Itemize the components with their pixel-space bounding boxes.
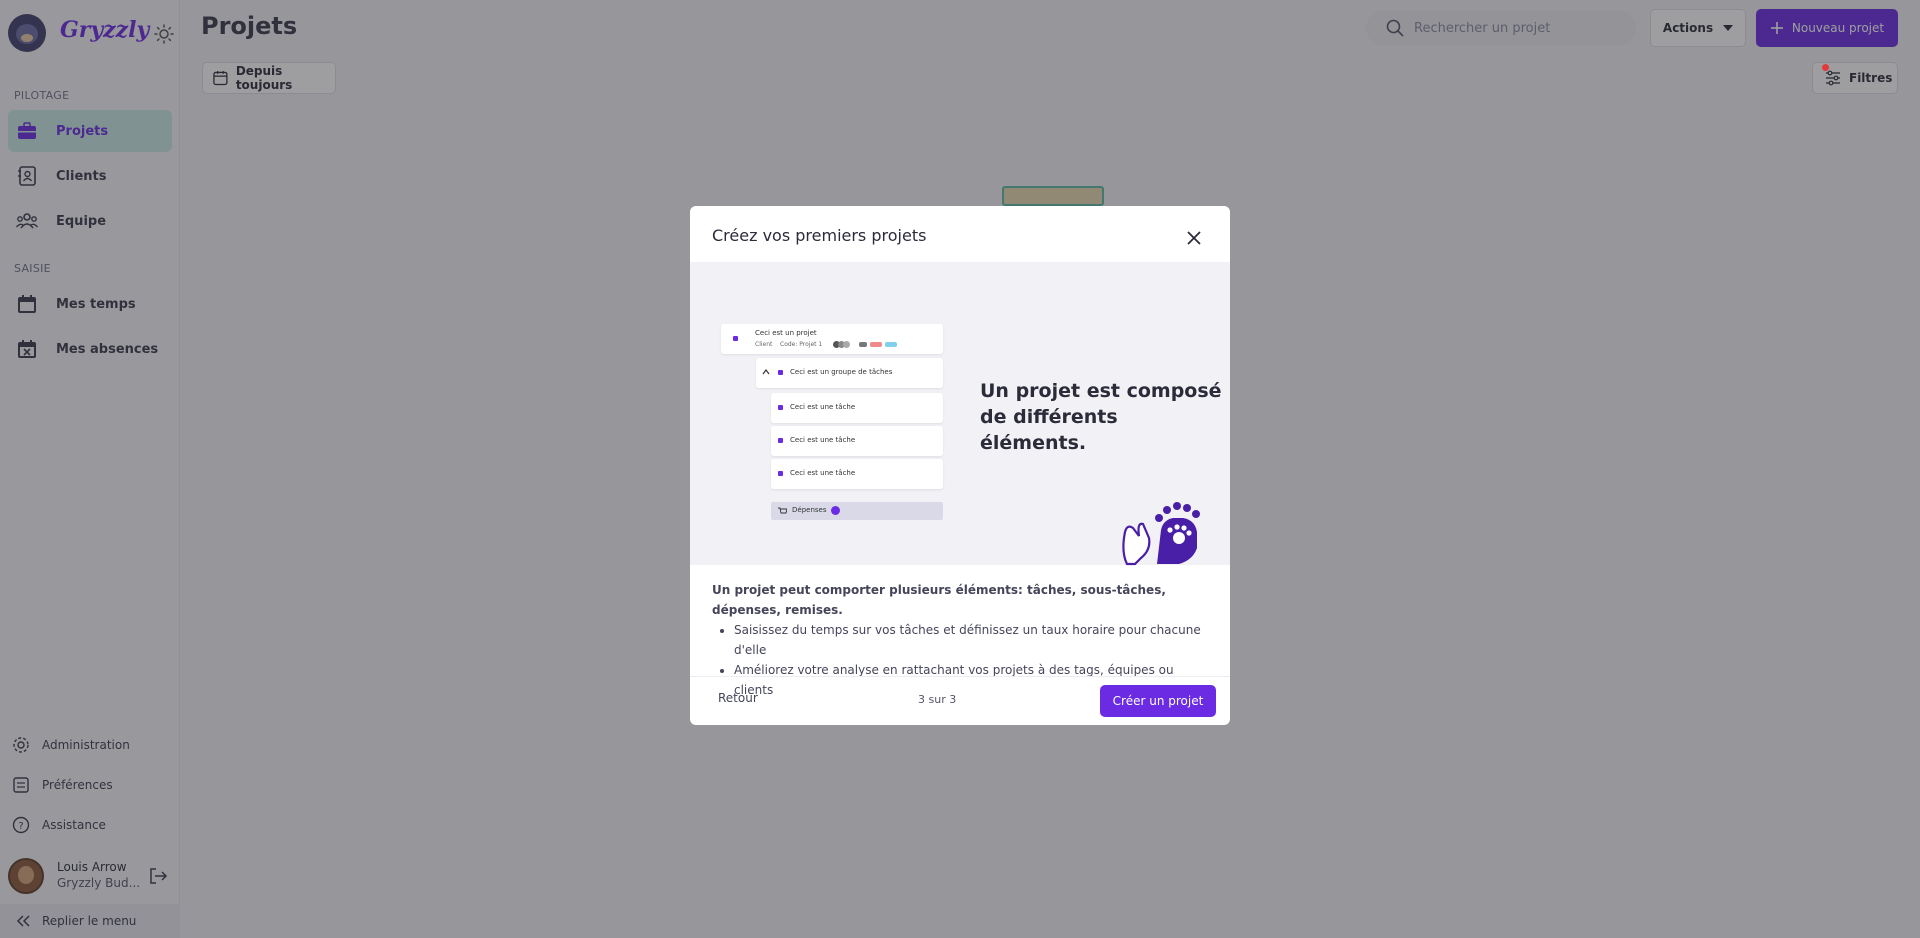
illustration-expenses-label: Dépenses (792, 506, 827, 514)
waving-paw-icon (1122, 502, 1200, 566)
illustration-task-card: Ceci est une tâche (771, 393, 943, 423)
illustration-expenses-bar: Dépenses (771, 502, 943, 520)
close-icon (1187, 231, 1201, 245)
task-dot-icon (778, 471, 783, 476)
tag-chip (870, 342, 882, 347)
filters-indicator-dot (1822, 64, 1829, 71)
illustration-heading-line1: Un projet est composé (980, 380, 1222, 402)
modal-title: Créez vos premiers projets (712, 226, 927, 245)
illustration-group-card: Ceci est un groupe de tâches (756, 358, 943, 388)
tag-chip (885, 342, 897, 347)
illustration-code-label: Code: Projet 1 (780, 341, 823, 348)
back-button[interactable]: Retour (718, 691, 758, 705)
illustration-heading-line2: de différents éléments. (980, 406, 1118, 454)
task-dot-icon (778, 405, 783, 410)
illustration-client-label: Client (755, 341, 773, 348)
close-button[interactable] (1182, 226, 1206, 250)
mini-avatar-icon (843, 341, 850, 348)
illustration-task-card: Ceci est une tâche (771, 426, 943, 456)
project-dot-icon (733, 336, 738, 341)
illustration-group-label: Ceci est un groupe de tâches (790, 368, 893, 376)
group-dot-icon (778, 370, 783, 375)
chevron-up-icon (762, 369, 770, 375)
illustration-task-label: Ceci est une tâche (790, 436, 856, 444)
cart-icon (778, 507, 787, 514)
illustration-heading: Un projet est composé de différents élém… (980, 378, 1230, 456)
modal-lead-text: Un projet peut comporter plusieurs éléme… (712, 583, 1166, 617)
illustration-task-label: Ceci est une tâche (790, 469, 856, 477)
illustration-task-card: Ceci est une tâche (771, 459, 943, 489)
onboarding-modal: Créez vos premiers projets Ceci est un p… (690, 206, 1230, 725)
illustration-task-label: Ceci est une tâche (790, 403, 856, 411)
modal-footer: Retour 3 sur 3 Créer un projet (690, 676, 1230, 725)
illustration-project-card: Ceci est un projet Client Code: Projet 1 (721, 324, 943, 354)
task-dot-icon (778, 438, 783, 443)
create-project-button[interactable]: Créer un projet (1100, 685, 1216, 717)
step-counter: 3 sur 3 (918, 693, 957, 706)
tag-chip (859, 342, 867, 347)
modal-illustration: Ceci est un projet Client Code: Projet 1… (690, 262, 1230, 566)
illustration-project-label: Ceci est un projet (755, 329, 817, 337)
modal-bullet: Saisissez du temps sur vos tâches et déf… (734, 620, 1212, 660)
expenses-badge (831, 506, 840, 515)
